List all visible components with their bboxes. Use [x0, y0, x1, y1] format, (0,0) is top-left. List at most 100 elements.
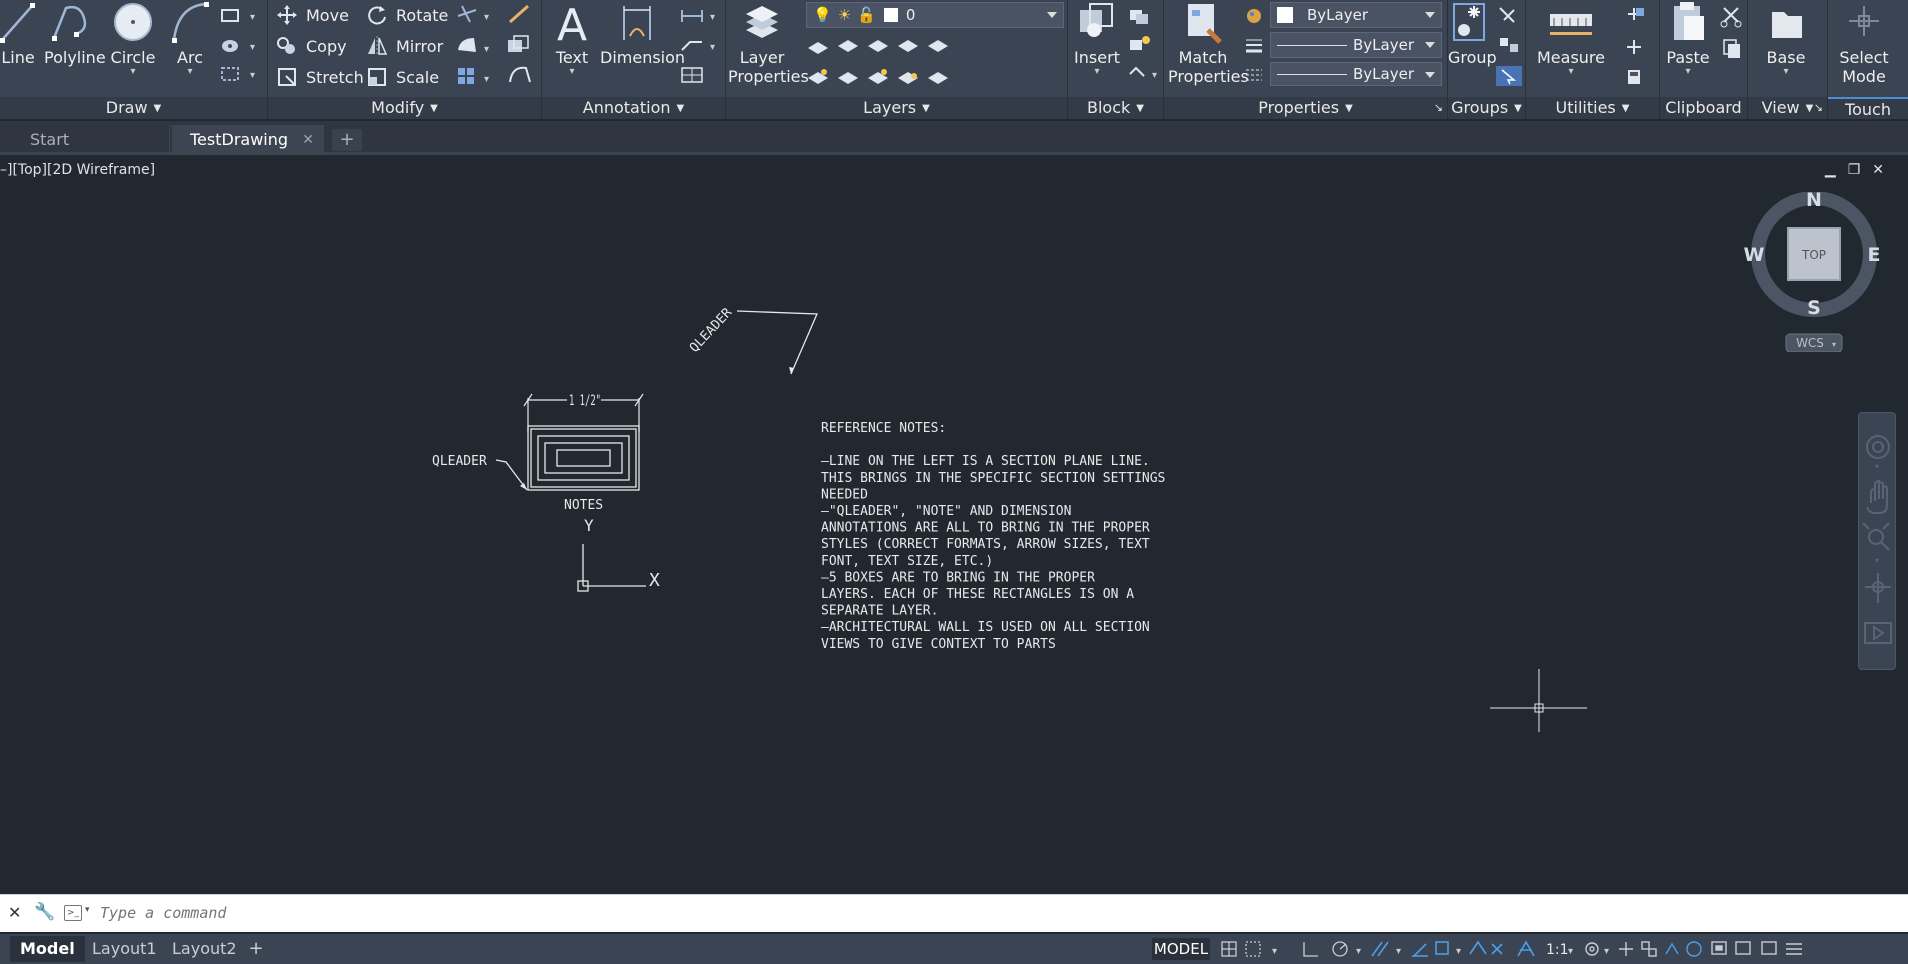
- clipboard-panel-title[interactable]: Clipboard: [1660, 97, 1747, 119]
- annotation-panel-title[interactable]: Annotation ▼: [542, 97, 725, 119]
- text-button[interactable]: A Text ▾: [546, 0, 598, 77]
- measure-dropdown-icon[interactable]: ▾: [1530, 67, 1612, 77]
- match-properties-label-line1: Match: [1178, 48, 1228, 67]
- properties-panel-title[interactable]: Properties ▼ ↘: [1164, 97, 1447, 119]
- groups-panel: Group Groups ▼: [1448, 0, 1526, 119]
- block-panel-title[interactable]: Block ▼: [1068, 97, 1163, 119]
- layers-panel-title[interactable]: Layers ▼: [726, 97, 1067, 119]
- wrench-icon[interactable]: 🔧: [34, 902, 55, 922]
- svg-text:▾: ▾: [484, 12, 489, 23]
- view-panel-title[interactable]: View ▼ ↘: [1748, 97, 1827, 119]
- svg-text:▾: ▾: [250, 12, 255, 23]
- layer-rectangle-2[interactable]: [530, 428, 637, 488]
- utilities-small-tools[interactable]: [1620, 4, 1654, 88]
- drawing-canvas[interactable]: QLEADER 1 1/2" QLEADER NOTES Y X REFEREN…: [0, 156, 1908, 890]
- copy-button[interactable]: Copy: [276, 33, 347, 59]
- block-small-tools[interactable]: ▾: [1126, 4, 1162, 86]
- svg-text:▾: ▾: [250, 42, 255, 53]
- qleader-left[interactable]: QLEADER: [432, 454, 528, 491]
- move-button[interactable]: Move: [276, 2, 349, 28]
- tab-testdrawing[interactable]: TestDrawing ✕: [172, 125, 324, 155]
- reference-notes[interactable]: REFERENCE NOTES: –LINE ON THE LEFT IS A S…: [821, 421, 1165, 652]
- layout-tab-layout1[interactable]: Layout1: [82, 936, 167, 962]
- touch-panel-title[interactable]: Touch: [1828, 97, 1908, 119]
- group-button[interactable]: Group: [1448, 0, 1497, 67]
- draw-small-tools[interactable]: ▾ ▾ ▾: [218, 4, 258, 84]
- groups-small-tools[interactable]: [1494, 4, 1524, 88]
- block-panel-dropdown-icon: ▼: [1136, 103, 1144, 114]
- layer-rectangle-5[interactable]: [556, 449, 611, 467]
- base-dropdown-icon[interactable]: ▾: [1754, 67, 1818, 77]
- svg-text:A: A: [557, 0, 587, 48]
- base-button[interactable]: Base ▾: [1754, 0, 1818, 77]
- arc-button[interactable]: Arc ▾: [168, 0, 212, 77]
- status-bar: Model Layout1 Layout2 + MODEL ▾ ▾ ▾ ▾ 1:…: [0, 934, 1908, 964]
- modify-small-tools[interactable]: ▾ ▾ ▾: [454, 2, 538, 86]
- command-input[interactable]: [100, 900, 1890, 926]
- qleader-top[interactable]: QLEADER: [687, 305, 818, 375]
- drawing-viewport[interactable]: –][Top][2D Wireframe] ▁ ❐ ✕ TOP N S E W …: [0, 156, 1908, 890]
- svg-text:▾: ▾: [1152, 70, 1157, 81]
- select-mode-button[interactable]: Select Mode: [1828, 0, 1900, 86]
- paste-button[interactable]: Paste ▾: [1662, 0, 1714, 77]
- tab-start[interactable]: Start: [12, 125, 170, 155]
- rotate-button[interactable]: Rotate: [366, 2, 448, 28]
- insert-dropdown-icon[interactable]: ▾: [1072, 67, 1122, 77]
- status-toggles[interactable]: ▾ ▾ ▾ ▾ 1:1 ▾ ▾: [1216, 936, 1908, 962]
- layer-tools-grid[interactable]: [806, 34, 1056, 90]
- reference-note-line: STYLES (CORRECT FORMATS, ARROW SIZES, TE…: [821, 537, 1150, 552]
- linetype-dropdown[interactable]: ByLayer: [1270, 32, 1442, 58]
- layer-dropdown[interactable]: 💡 ☀ 🔓 0: [806, 2, 1064, 28]
- view-dialog-launcher-icon[interactable]: ↘: [1814, 97, 1823, 119]
- linetype-value: ByLayer: [1353, 36, 1414, 54]
- dimension-button[interactable]: Dimension: [600, 0, 685, 67]
- groups-panel-dropdown-icon: ▼: [1514, 103, 1522, 114]
- line-button[interactable]: Line: [0, 0, 36, 67]
- stretch-button[interactable]: Stretch: [276, 64, 364, 90]
- draw-panel-title[interactable]: Draw ▼: [0, 97, 267, 119]
- mirror-icon: [368, 36, 388, 56]
- new-tab-button[interactable]: +: [332, 129, 362, 151]
- match-properties-button[interactable]: Match Properties: [1168, 0, 1249, 86]
- color-dropdown[interactable]: ByLayer: [1270, 2, 1442, 28]
- layer-rectangles[interactable]: [527, 425, 640, 491]
- model-space-button[interactable]: MODEL: [1152, 938, 1210, 960]
- properties-dialog-launcher-icon[interactable]: ↘: [1434, 97, 1443, 119]
- snap-mode-icon: [1245, 941, 1261, 957]
- circle-button[interactable]: Circle ▾: [108, 0, 158, 77]
- clipboard-small-tools[interactable]: [1718, 4, 1746, 64]
- insert-button[interactable]: Insert ▾: [1072, 0, 1122, 77]
- clipboard-panel: Paste ▾ Clipboard: [1660, 0, 1748, 119]
- annotation-small-tools[interactable]: ▾ ▾: [678, 4, 722, 86]
- recent-commands-dropdown-icon[interactable]: ▾: [85, 905, 90, 915]
- current-layer-name: 0: [905, 6, 916, 24]
- text-dropdown-icon[interactable]: ▾: [546, 67, 598, 77]
- layer-properties-button[interactable]: Layer Properties: [728, 0, 809, 86]
- polyline-button[interactable]: Polyline: [44, 0, 106, 67]
- properties-panel-dropdown-icon: ▼: [1345, 103, 1353, 114]
- add-layout-button[interactable]: +: [244, 936, 268, 962]
- annotation-scale-value[interactable]: 1:1: [1546, 942, 1569, 958]
- tab-close-icon[interactable]: ✕: [302, 125, 314, 155]
- svg-text:▾: ▾: [1356, 946, 1361, 957]
- reference-note-line: VIEWS TO GIVE CONTEXT TO PARTS: [821, 637, 1056, 652]
- layout-tab-model[interactable]: Model: [10, 936, 85, 962]
- paste-dropdown-icon[interactable]: ▾: [1662, 67, 1714, 77]
- modify-panel-title[interactable]: Modify ▼: [268, 97, 541, 119]
- command-prompt-icon[interactable]: >_: [64, 905, 82, 921]
- lineweight-dropdown[interactable]: ByLayer: [1270, 62, 1442, 86]
- circle-dropdown-icon[interactable]: ▾: [108, 67, 158, 77]
- notes-label[interactable]: NOTES: [564, 498, 603, 513]
- close-command-line-icon[interactable]: ✕: [8, 903, 21, 922]
- svg-text:▾: ▾: [1456, 946, 1461, 957]
- draw-panel: Line Polyline Circle ▾ Arc ▾ ▾ ▾ ▾ Draw ▼: [0, 0, 268, 119]
- scale-button[interactable]: Scale: [366, 64, 439, 90]
- layout-tab-layout2[interactable]: Layout2: [162, 936, 247, 962]
- svg-text:▾: ▾: [710, 42, 715, 53]
- utilities-panel-title[interactable]: Utilities ▼: [1526, 97, 1659, 119]
- arc-dropdown-icon[interactable]: ▾: [168, 67, 212, 77]
- mirror-button[interactable]: Mirror: [366, 33, 443, 59]
- groups-panel-title[interactable]: Groups ▼: [1448, 97, 1525, 119]
- measure-button[interactable]: Measure ▾: [1530, 0, 1612, 77]
- object-snap-tracking-icon: [1412, 943, 1428, 957]
